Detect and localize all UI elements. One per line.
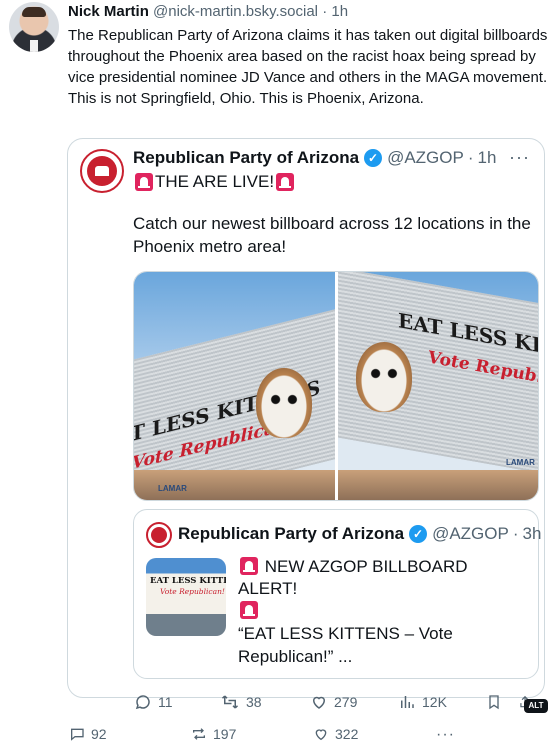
thumbnail-slogan: Vote Republican! (160, 587, 225, 596)
like-count: 279 (334, 694, 358, 710)
quoted-post-title-text: NEW AZGOP BILLBOARD ALERT! (238, 557, 468, 598)
alt-text-badge[interactable]: ALT (524, 699, 548, 713)
avatar-hair (22, 7, 46, 17)
embedded-post-header: Republican Party of Arizona ✓ @AZGOP · 1… (133, 148, 496, 168)
cat-image (356, 342, 412, 412)
quoted-author-handle[interactable]: @AZGOP (432, 524, 509, 544)
post-time[interactable]: 1h (331, 3, 348, 20)
verified-badge-icon: ✓ (409, 525, 428, 543)
heart-icon (315, 729, 327, 741)
reply-icon (135, 695, 150, 710)
billboard-photo-left[interactable]: T LESS KITTENS Vote Republican! LAMAR (134, 272, 335, 500)
embedded-post-time[interactable]: 1h (478, 148, 497, 168)
billboard-headline: EAT LESS KIT (398, 308, 539, 361)
quoted-post-body: “EAT LESS KITTENS – Vote Republican!” ..… (238, 624, 453, 666)
azgop-logo-small[interactable] (146, 522, 172, 548)
repost-icon (221, 695, 239, 709)
siren-icon (135, 173, 153, 191)
siren-icon (240, 601, 258, 619)
cat-image (256, 368, 312, 438)
outer-reply-count: 92 (91, 726, 107, 742)
embedded-author-name[interactable]: Republican Party of Arizona (133, 148, 359, 168)
ground (338, 470, 538, 500)
siren-icon (276, 173, 295, 191)
outer-reply-button[interactable]: 92 (68, 726, 107, 742)
bookmark-icon (489, 695, 499, 710)
bookmark-button[interactable] (486, 690, 502, 714)
quoted-author-name[interactable]: Republican Party of Arizona (178, 524, 404, 544)
more-options-button[interactable]: ··· (509, 147, 530, 168)
repost-count: 38 (246, 694, 262, 710)
views-button[interactable]: 12K (398, 690, 447, 714)
embedded-post-title: THE ARE LIVE! (133, 172, 296, 192)
quoted-post-title: NEW AZGOP BILLBOARD ALERT! (238, 556, 528, 622)
billboard-photos[interactable]: T LESS KITTENS Vote Republican! LAMAR EA… (133, 271, 539, 501)
post-header: Nick Martin @nick-martin.bsky.social · 1… (68, 3, 348, 20)
embedded-header-separator: · (467, 148, 474, 167)
author-name[interactable]: Nick Martin (68, 3, 149, 20)
lamar-sign: LAMAR (506, 458, 535, 467)
outer-repost-count: 197 (213, 726, 237, 742)
quoted-header-separator: · (512, 524, 519, 543)
views-icon (401, 696, 414, 708)
repost-button[interactable]: 38 (220, 690, 262, 714)
outer-more-button[interactable]: ··· (436, 726, 455, 744)
reply-count: 11 (158, 694, 173, 710)
outer-like-count: 322 (335, 726, 359, 742)
quoted-post-thumbnail[interactable]: EAT LESS KITTENS Vote Republican! (146, 558, 226, 636)
quoted-post-time[interactable]: 3h (523, 524, 542, 544)
heart-icon (312, 696, 326, 709)
embedded-post-card[interactable]: Republican Party of Arizona ✓ @AZGOP · 1… (67, 138, 545, 698)
embedded-author-handle[interactable]: @AZGOP (387, 148, 464, 168)
like-button[interactable]: 279 (310, 690, 357, 714)
author-avatar[interactable] (9, 2, 59, 52)
views-count: 12K (422, 694, 447, 710)
siren-icon (240, 557, 258, 575)
thumbnail-headline: EAT LESS KITTENS (150, 576, 226, 586)
reply-button[interactable]: 11 (134, 690, 173, 714)
azgop-logo[interactable] (80, 149, 124, 193)
lamar-sign: LAMAR (158, 484, 187, 493)
outer-repost-button[interactable]: 197 (190, 726, 236, 742)
quoted-post[interactable]: Republican Party of Arizona ✓ @AZGOP · 3… (133, 509, 541, 679)
embedded-post-body: Catch our newest billboard across 12 loc… (133, 214, 531, 256)
post-text: The Republican Party of Arizona claims i… (68, 27, 548, 107)
quoted-post-header: Republican Party of Arizona ✓ @AZGOP · 3… (178, 524, 541, 544)
author-handle[interactable]: @nick-martin.bsky.social (153, 3, 318, 20)
repost-icon (193, 728, 205, 740)
comment-icon (71, 728, 84, 741)
embedded-post-title-text: THE ARE LIVE! (155, 172, 275, 191)
header-separator: · (322, 3, 328, 20)
outer-like-button[interactable]: 322 (312, 726, 358, 742)
verified-badge-icon: ✓ (364, 149, 383, 167)
billboard-photo-right[interactable]: EAT LESS KIT Vote Republi LAMAR (338, 272, 539, 500)
avatar-collar (30, 40, 38, 52)
